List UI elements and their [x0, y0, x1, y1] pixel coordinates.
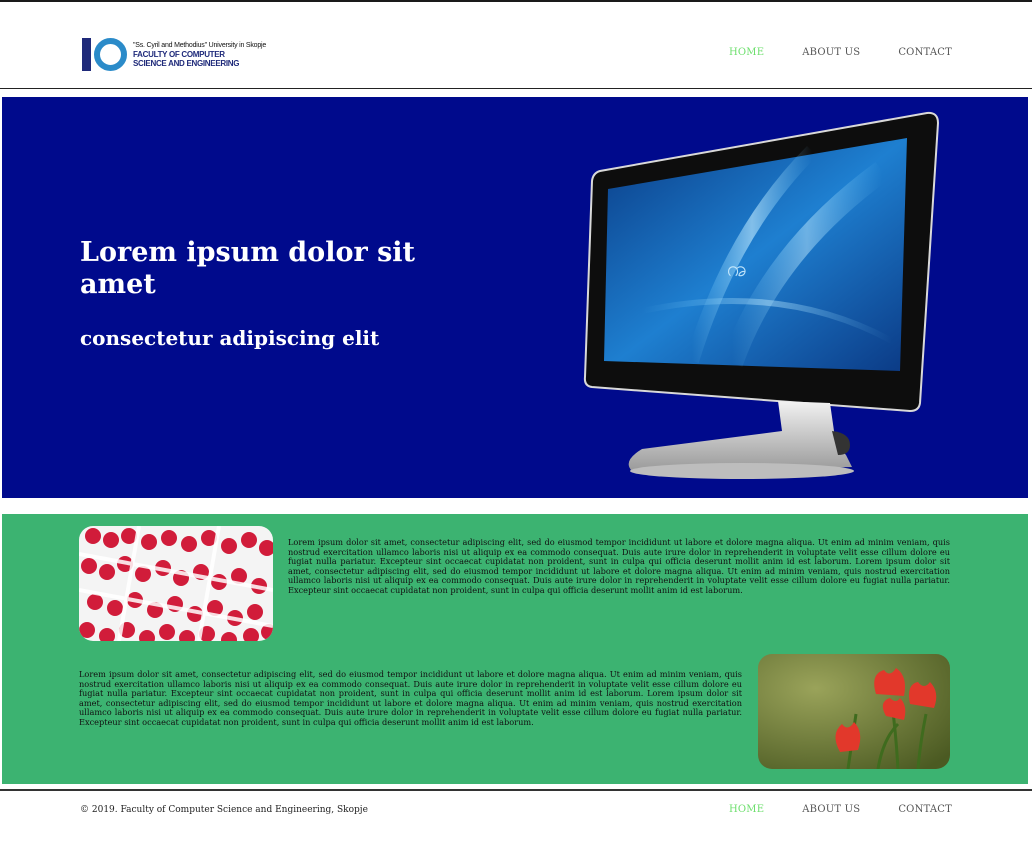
logo-faculty-line1: FACULTY OF COMPUTER	[133, 50, 225, 59]
content-paragraph-1: Lorem ipsum dolor sit amet, consectetur …	[288, 537, 950, 595]
nav-contact-link[interactable]: CONTACT	[898, 47, 952, 58]
footer-copyright: © 2019. Faculty of Computer Science and …	[80, 805, 368, 815]
footer-nav-home-link[interactable]: HOME	[729, 804, 764, 815]
hero-banner: Lorem ipsum dolor sit amet consectetur a…	[2, 97, 1028, 498]
monitor-image: ꩠ	[583, 111, 940, 479]
main-nav: HOME ABOUT US CONTACT	[729, 47, 952, 58]
logo-text: "Ss. Cyril and Methodius" University in …	[133, 41, 266, 68]
raspberries-image	[79, 526, 273, 641]
logo-o-mark	[94, 38, 127, 71]
logo-faculty-line2: SCIENCE AND ENGINEERING	[133, 59, 240, 68]
content-paragraph-2: Lorem ipsum dolor sit amet, consectetur …	[79, 669, 742, 727]
hero-subtitle: consectetur adipiscing elit	[80, 326, 380, 350]
faculty-logo[interactable]: "Ss. Cyril and Methodius" University in …	[82, 38, 266, 71]
footer-nav-contact-link[interactable]: CONTACT	[898, 804, 952, 815]
tulips-image	[758, 654, 950, 769]
nav-home-link[interactable]: HOME	[729, 47, 764, 58]
logo-i-mark	[82, 38, 91, 71]
logo-university: "Ss. Cyril and Methodius" University in …	[133, 42, 267, 49]
footer-nav-about-link[interactable]: ABOUT US	[802, 804, 860, 815]
site-header: "Ss. Cyril and Methodius" University in …	[0, 2, 1032, 88]
hero-title: Lorem ipsum dolor sit amet	[80, 237, 416, 300]
nav-about-link[interactable]: ABOUT US	[802, 47, 860, 58]
header-divider	[0, 88, 1032, 89]
footer-nav: HOME ABOUT US CONTACT	[729, 804, 952, 815]
content-section: Lorem ipsum dolor sit amet, consectetur …	[2, 514, 1028, 784]
svg-text:ꩠ: ꩠ	[727, 257, 747, 282]
footer-divider	[0, 789, 1032, 791]
